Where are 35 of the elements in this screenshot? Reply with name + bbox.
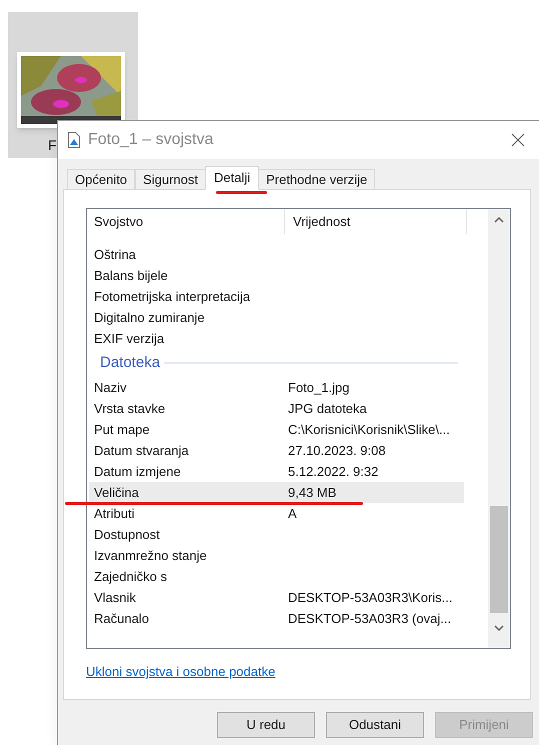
property-row[interactable]: Veličina 9,43 MB — [89, 482, 464, 503]
property-row[interactable]: Digitalno zumiranje — [89, 307, 464, 328]
close-icon[interactable] — [511, 133, 525, 147]
annotation-underline — [216, 191, 267, 194]
dialog-button[interactable]: Odustani — [326, 712, 424, 738]
property-row[interactable]: Zajedničko s — [89, 566, 464, 587]
property-row[interactable]: Datum izmjene 5.12.2022. 9:32 — [89, 461, 464, 482]
property-row[interactable]: EXIF verzija — [89, 328, 464, 349]
property-row[interactable]: Atributi A — [89, 503, 464, 524]
dialog-button[interactable]: U redu — [217, 712, 315, 738]
tab[interactable]: Općenito — [67, 169, 136, 190]
property-row[interactable]: Vrsta stavke JPG datoteka — [89, 398, 464, 419]
property-row[interactable]: Izvanmrežno stanje — [89, 545, 464, 566]
tab[interactable]: Prethodne verzije — [258, 169, 376, 190]
property-row[interactable]: Fotometrijska interpretacija — [89, 286, 464, 307]
column-header[interactable]: Svojstvo — [87, 209, 285, 234]
property-row[interactable]: Vlasnik DESKTOP-53A03R3\Koris... — [89, 587, 464, 608]
property-row[interactable]: Naziv Foto_1.jpg — [89, 377, 464, 398]
tab[interactable]: Detalji — [204, 166, 260, 190]
group-heading: Datoteka — [100, 352, 160, 373]
image-file-icon — [68, 132, 80, 148]
tab[interactable]: Sigurnost — [135, 169, 206, 190]
scroll-up-icon[interactable] — [494, 217, 504, 223]
property-row[interactable]: Put mape C:\Korisnici\Korisnik\Slike\... — [89, 419, 464, 440]
scroll-down-icon[interactable] — [494, 625, 504, 631]
property-row[interactable]: Oštrina — [89, 244, 464, 265]
column-header[interactable]: Vrijednost — [285, 209, 467, 234]
property-row[interactable]: Balans bijele — [89, 265, 464, 286]
scroll-thumb[interactable] — [490, 506, 508, 613]
scrollbar[interactable] — [488, 209, 510, 648]
remove-properties-link[interactable]: Ukloni svojstva i osobne podatke — [86, 662, 276, 682]
property-row[interactable]: Računalo DESKTOP-53A03R3 (ovaj... — [89, 608, 464, 629]
property-row[interactable]: Datum stvaranja 27.10.2023. 9:08 — [89, 440, 464, 461]
property-row[interactable]: Dostupnost — [89, 524, 464, 545]
file-name-label: F — [48, 138, 57, 152]
